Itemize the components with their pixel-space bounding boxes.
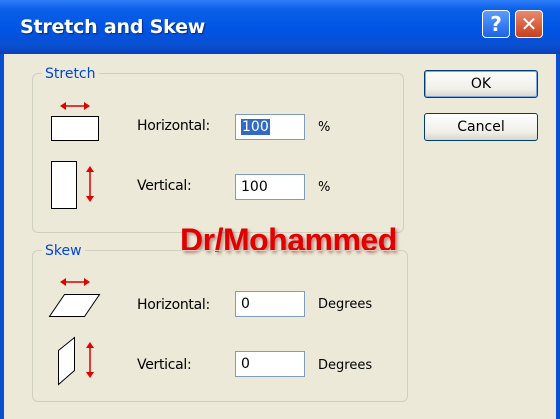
bottom-cut-area bbox=[4, 404, 556, 419]
cancel-button[interactable]: Cancel bbox=[424, 113, 538, 141]
skew-horizontal-icon bbox=[48, 278, 101, 317]
stretch-horizontal-label: Horizontal: bbox=[137, 118, 210, 134]
stretch-group-legend: Stretch bbox=[42, 66, 99, 82]
skew-vertical-label: Vertical: bbox=[137, 357, 192, 373]
stretch-vertical-input[interactable]: 100 bbox=[235, 174, 305, 200]
skew-vertical-value: 0 bbox=[241, 356, 250, 372]
skew-vertical-unit: Degrees bbox=[318, 358, 373, 373]
close-icon: ✕ bbox=[520, 12, 538, 36]
help-button[interactable]: ? bbox=[482, 10, 510, 38]
skew-horizontal-input[interactable]: 0 bbox=[235, 291, 305, 317]
stretch-vertical-icon bbox=[51, 161, 94, 209]
skew-vertical-input[interactable]: 0 bbox=[235, 351, 305, 377]
title-bar[interactable]: Stretch and Skew ? ✕ bbox=[0, 0, 560, 54]
close-button[interactable]: ✕ bbox=[515, 10, 543, 38]
stretch-horizontal-value: 100 bbox=[241, 119, 270, 135]
window-frame-right bbox=[556, 54, 560, 419]
ok-button[interactable]: OK bbox=[424, 70, 538, 98]
skew-horizontal-value: 0 bbox=[241, 296, 250, 312]
question-mark-icon: ? bbox=[490, 12, 502, 36]
stretch-horizontal-unit: % bbox=[318, 120, 331, 135]
skew-horizontal-unit: Degrees bbox=[318, 297, 373, 312]
stretch-vertical-value: 100 bbox=[241, 179, 268, 195]
skew-horizontal-label: Horizontal: bbox=[137, 297, 210, 313]
window-frame-left bbox=[0, 54, 4, 419]
stretch-vertical-unit: % bbox=[318, 180, 331, 195]
stretch-horizontal-icon bbox=[51, 102, 99, 141]
skew-group-legend: Skew bbox=[42, 243, 85, 259]
stretch-horizontal-input[interactable]: 100 bbox=[235, 114, 305, 140]
skew-vertical-icon bbox=[58, 336, 94, 386]
stretch-skew-dialog: Stretch and Skew ? ✕ Stretch Horizontal:… bbox=[0, 0, 560, 419]
stretch-vertical-label: Vertical: bbox=[137, 178, 192, 194]
dialog-title: Stretch and Skew bbox=[20, 16, 206, 38]
